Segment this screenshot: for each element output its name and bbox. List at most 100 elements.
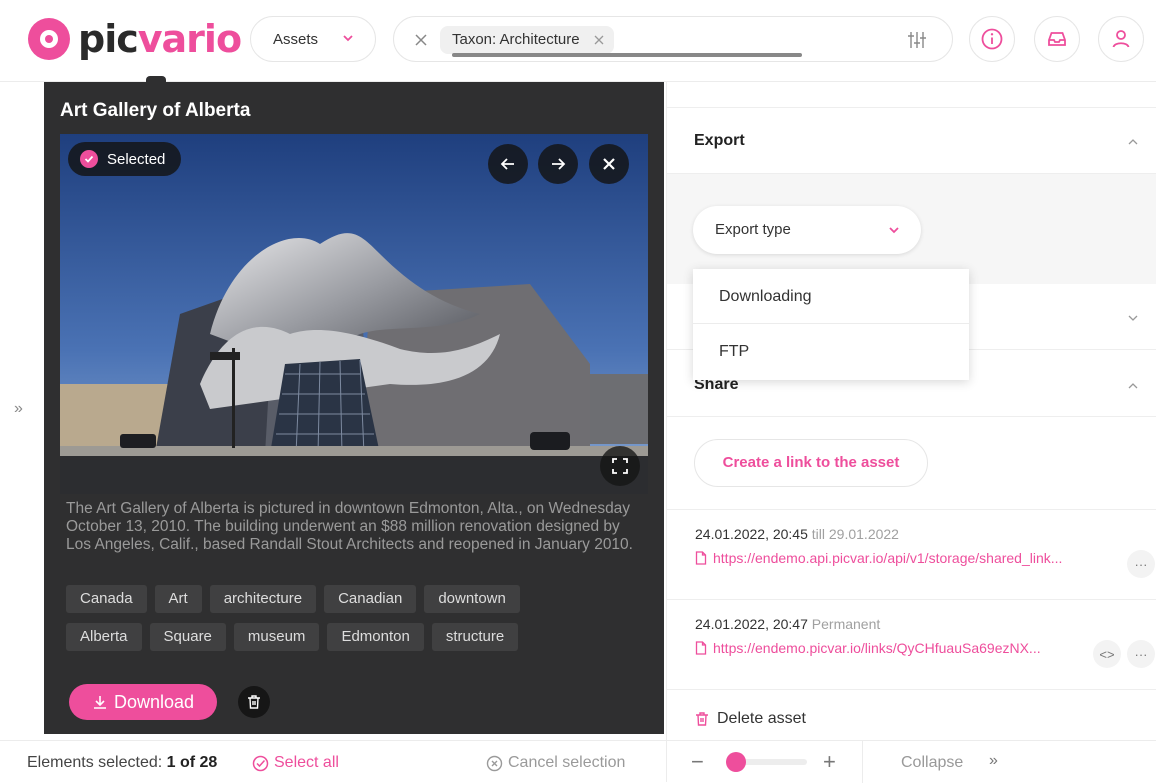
chevron-up-icon <box>1128 139 1138 145</box>
export-option-ftp[interactable]: FTP <box>693 324 969 379</box>
export-type-select[interactable]: Export type <box>693 206 921 254</box>
zoom-out-button[interactable]: − <box>691 749 704 775</box>
embed-code-button[interactable]: <> <box>1093 640 1121 668</box>
tag-item[interactable]: Canadian <box>324 585 417 613</box>
collapse-button[interactable]: Collapse <box>901 754 963 772</box>
export-option-downloading[interactable]: Downloading <box>693 269 969 324</box>
tag-item[interactable]: Art <box>154 585 202 613</box>
assets-select-label: Assets <box>273 30 319 48</box>
tag-item[interactable]: architecture <box>209 585 317 613</box>
close-preview-button[interactable] <box>589 144 629 184</box>
fullscreen-button[interactable] <box>600 446 640 486</box>
link-url[interactable]: https://endemo.picvar.io/links/QyCHfuauS… <box>695 640 1041 656</box>
tag-item[interactable]: Alberta <box>66 623 142 651</box>
link-url[interactable]: https://endemo.api.picvar.io/api/v1/stor… <box>695 550 1062 566</box>
picvario-logo-icon <box>28 18 70 60</box>
shared-link-item: 24.01.2022, 20:45 till 29.01.2022 https:… <box>667 509 1156 599</box>
link-date: 24.01.2022, 20:45 till 29.01.2022 <box>695 526 899 542</box>
export-title: Export <box>694 132 745 149</box>
checkmark-icon <box>80 150 98 168</box>
tag-item[interactable]: Edmonton <box>327 623 424 651</box>
zoom-slider-handle[interactable] <box>726 752 746 772</box>
picvario-logo[interactable]: picvario <box>26 16 242 62</box>
inbox-icon <box>1048 32 1066 46</box>
logo-text: picvario <box>78 17 242 61</box>
cancel-selection-button[interactable]: Cancel selection <box>486 754 625 772</box>
link-url-text: https://endemo.api.picvar.io/api/v1/stor… <box>713 550 1063 566</box>
user-button[interactable] <box>1098 16 1144 62</box>
arrow-left-icon <box>500 158 514 170</box>
shared-link-item: 24.01.2022, 20:47 Permanent https://ende… <box>667 599 1156 689</box>
tag-item[interactable]: downtown <box>424 585 520 613</box>
logo-text-pic: pic <box>78 17 139 61</box>
trash-icon <box>696 712 708 726</box>
asset-details-panel: Export Export type Share Downloading FTP… <box>666 82 1156 783</box>
more-icon: ··· <box>1134 556 1148 572</box>
info-button[interactable] <box>969 16 1015 62</box>
asset-caption: The Art Gallery of Alberta is pictured i… <box>66 500 633 553</box>
file-icon <box>695 551 707 565</box>
check-circle-icon <box>252 755 269 771</box>
link-expiry: Permanent <box>811 616 881 632</box>
search-bar[interactable]: Taxon: Architecture <box>393 16 953 62</box>
tag-item[interactable]: museum <box>233 623 320 651</box>
previous-button[interactable] <box>488 144 528 184</box>
selected-label: Selected <box>107 150 166 168</box>
elements-selected-label: Elements selected: <box>27 754 163 771</box>
expand-left-icon[interactable]: » <box>14 400 23 418</box>
divider <box>667 689 1156 690</box>
delete-asset-button[interactable]: Delete asset <box>695 710 806 728</box>
chevron-down-icon <box>889 227 899 234</box>
file-icon <box>695 641 707 655</box>
trash-icon <box>248 695 260 709</box>
arrow-right-icon <box>552 158 566 170</box>
more-options-button[interactable]: ··· <box>1127 640 1155 668</box>
logo-text-vario: vario <box>137 17 242 61</box>
user-icon <box>1112 30 1130 48</box>
selection-bar: Elements selected: 1 of 28 Select all Ca… <box>0 740 666 782</box>
filter-chip-label: Taxon: Architecture <box>452 31 580 48</box>
asset-preview-card: Art Gallery of Alberta Selected The Art … <box>44 82 664 734</box>
fullscreen-icon <box>612 458 628 474</box>
select-all-label: Select all <box>274 754 339 771</box>
zoom-in-button[interactable]: + <box>823 749 836 775</box>
filter-settings-icon[interactable] <box>906 29 928 51</box>
delete-asset-label: Delete asset <box>717 710 806 727</box>
tag-row: Alberta Square museum Edmonton structure <box>66 623 656 651</box>
download-button[interactable]: Download <box>69 684 217 720</box>
code-icon: <> <box>1099 646 1115 662</box>
link-expiry: till 29.01.2022 <box>811 526 899 542</box>
close-icon <box>603 158 615 170</box>
more-icon: ··· <box>1134 646 1148 662</box>
delete-button[interactable] <box>238 686 270 718</box>
asset-photo[interactable]: Selected <box>60 134 648 494</box>
export-type-dropdown: Downloading FTP <box>693 269 969 380</box>
panel-footer: − + Collapse » <box>667 740 1156 783</box>
inbox-button[interactable] <box>1034 16 1080 62</box>
elements-selected-value: 1 of 28 <box>166 754 218 771</box>
next-button[interactable] <box>538 144 578 184</box>
remove-chip-icon[interactable] <box>592 33 606 47</box>
link-date: 24.01.2022, 20:47 Permanent <box>695 616 880 632</box>
assets-select[interactable]: Assets <box>250 16 376 62</box>
create-link-button[interactable]: Create a link to the asset <box>694 439 928 487</box>
selected-badge[interactable]: Selected <box>68 142 182 176</box>
tag-item[interactable]: Canada <box>66 585 147 613</box>
more-options-button[interactable]: ··· <box>1127 550 1155 578</box>
cancel-selection-label: Cancel selection <box>508 754 626 771</box>
tag-item[interactable]: Square <box>149 623 226 651</box>
collapse-arrow-icon[interactable]: » <box>989 752 998 770</box>
download-icon <box>93 696 106 709</box>
link-date-value: 24.01.2022, 20:45 <box>695 526 808 542</box>
search-scrollbar[interactable] <box>452 53 802 57</box>
top-header: picvario Assets Taxon: Architecture <box>0 0 1156 82</box>
tag-list: Canada Art architecture Canadian downtow… <box>66 585 656 661</box>
export-section-header[interactable]: Export <box>667 108 1156 174</box>
cancel-circle-icon <box>486 755 503 771</box>
tag-item[interactable]: structure <box>431 623 519 651</box>
filter-chip[interactable]: Taxon: Architecture <box>440 26 614 54</box>
select-all-button[interactable]: Select all <box>252 754 339 772</box>
link-date-value: 24.01.2022, 20:47 <box>695 616 808 632</box>
elements-selected: Elements selected: 1 of 28 <box>27 754 217 772</box>
clear-search-icon[interactable] <box>410 29 432 51</box>
